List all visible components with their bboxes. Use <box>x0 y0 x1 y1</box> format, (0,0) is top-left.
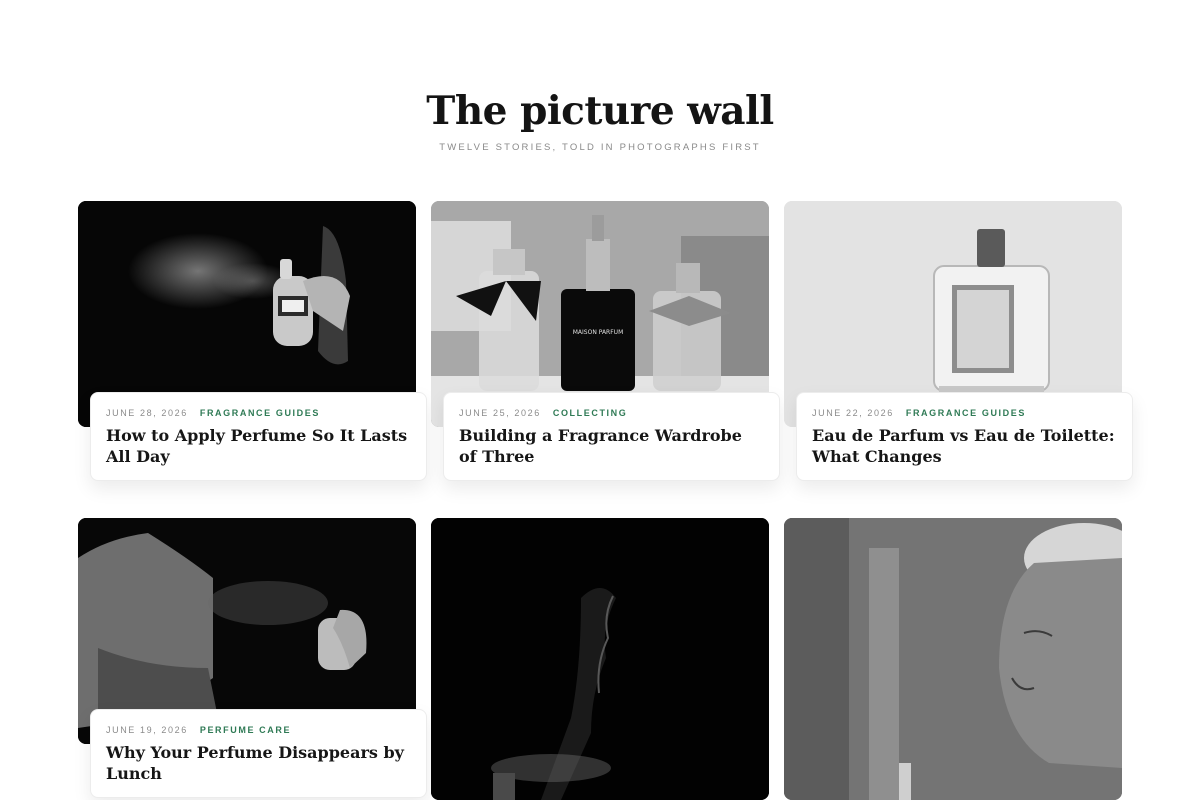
svg-text:MAISON PARFUM: MAISON PARFUM <box>573 329 624 336</box>
story-date: JUNE 22, 2026 <box>812 408 894 418</box>
story-caption[interactable]: JUNE 22, 2026 FRAGRANCE GUIDES Eau de Pa… <box>796 392 1133 481</box>
story-headline[interactable]: How to Apply Perfume So It Lasts All Day <box>106 425 411 467</box>
story-category[interactable]: FRAGRANCE GUIDES <box>906 407 1026 419</box>
story-category[interactable]: FRAGRANCE GUIDES <box>200 407 320 419</box>
story-card[interactable] <box>431 518 769 800</box>
story-card[interactable]: JUNE 22, 2026 FRAGRANCE GUIDES Eau de Pa… <box>784 201 1133 483</box>
story-card[interactable]: MAISON PARFUM JUNE 25, 2026 COLLECTING B… <box>431 201 780 483</box>
story-photo[interactable] <box>431 518 769 800</box>
story-card[interactable]: JUNE 28, 2026 FRAGRANCE GUIDES How to Ap… <box>78 201 427 483</box>
story-date: JUNE 19, 2026 <box>106 725 188 735</box>
story-caption[interactable]: JUNE 19, 2026 PERFUME CARE Why Your Perf… <box>90 709 427 798</box>
page-subtitle: TWELVE STORIES, TOLD IN PHOTOGRAPHS FIRS… <box>439 142 761 153</box>
story-caption[interactable]: JUNE 25, 2026 COLLECTING Building a Frag… <box>443 392 780 481</box>
story-headline[interactable]: Eau de Parfum vs Eau de Toilette: What C… <box>812 425 1117 467</box>
story-date: JUNE 25, 2026 <box>459 408 541 418</box>
story-headline[interactable]: Why Your Perfume Disappears by Lunch <box>106 742 411 784</box>
story-card[interactable]: JUNE 19, 2026 PERFUME CARE Why Your Perf… <box>78 518 427 800</box>
story-caption[interactable]: JUNE 28, 2026 FRAGRANCE GUIDES How to Ap… <box>90 392 427 481</box>
story-headline[interactable]: Building a Fragrance Wardrobe of Three <box>459 425 764 467</box>
story-photo[interactable] <box>784 518 1122 800</box>
story-category[interactable]: PERFUME CARE <box>200 724 291 736</box>
story-date: JUNE 28, 2026 <box>106 408 188 418</box>
page-title: The picture wall <box>426 88 774 134</box>
story-category[interactable]: COLLECTING <box>553 407 628 419</box>
story-card[interactable] <box>784 518 1122 800</box>
